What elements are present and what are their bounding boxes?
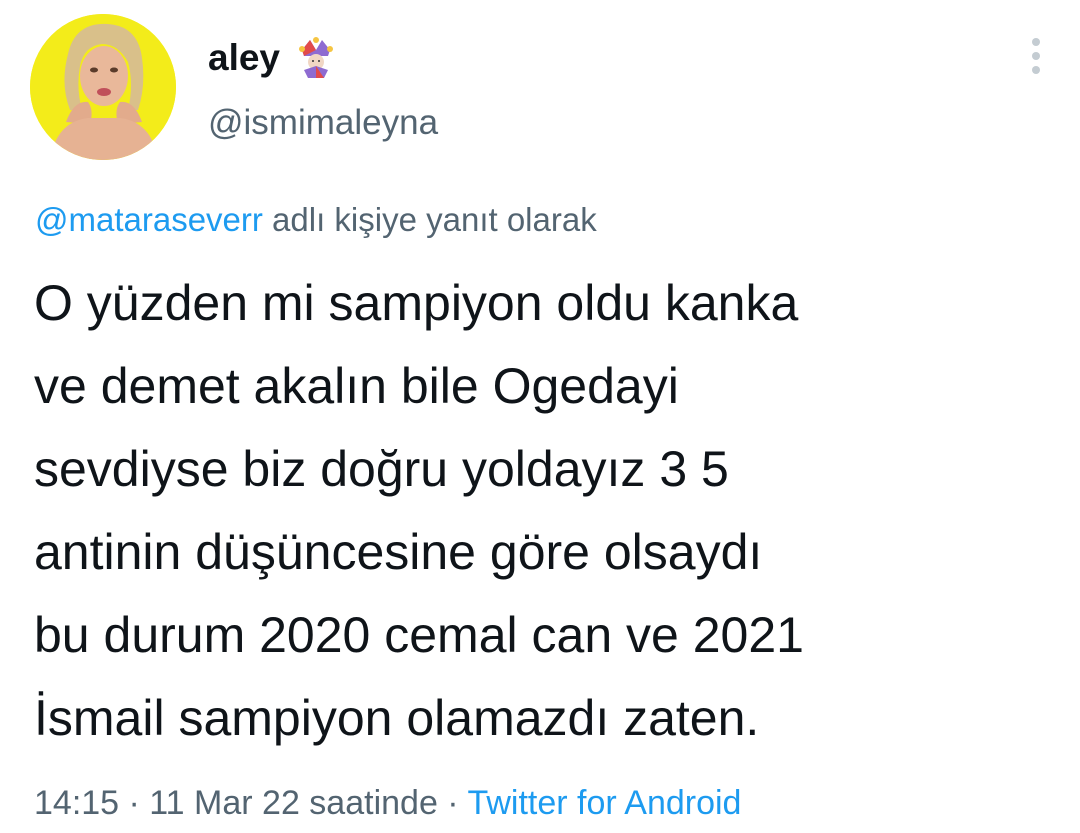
tweet-text: O yüzden mi sampiyon oldu kanka ve demet… xyxy=(34,275,804,746)
tweet-source-link[interactable]: Twitter for Android xyxy=(467,784,741,822)
reply-suffix-text: adlı kişiye yanıt olarak xyxy=(262,201,597,238)
user-handle[interactable]: @ismimaleyna xyxy=(208,100,438,146)
reply-context: @mataraseverr adlı kişiye yanıt olarak xyxy=(35,198,597,242)
display-name[interactable]: aley xyxy=(208,34,280,82)
avatar-photo-icon xyxy=(30,14,176,160)
reply-mention-link[interactable]: @mataraseverr xyxy=(35,201,263,238)
tweet-meta: 14:15 · 11 Mar 22 saatinde · Twitter for… xyxy=(34,780,741,826)
jester-icon xyxy=(294,36,338,80)
more-options-icon[interactable] xyxy=(1024,38,1048,78)
tweet-timestamp[interactable]: 14:15 · 11 Mar 22 saatinde · xyxy=(34,784,467,822)
display-name-row: aley xyxy=(208,34,338,82)
tweet-card: aley @ismimaleyna @mataraseverr adlı kiş… xyxy=(0,0,1080,833)
avatar[interactable] xyxy=(30,14,176,160)
